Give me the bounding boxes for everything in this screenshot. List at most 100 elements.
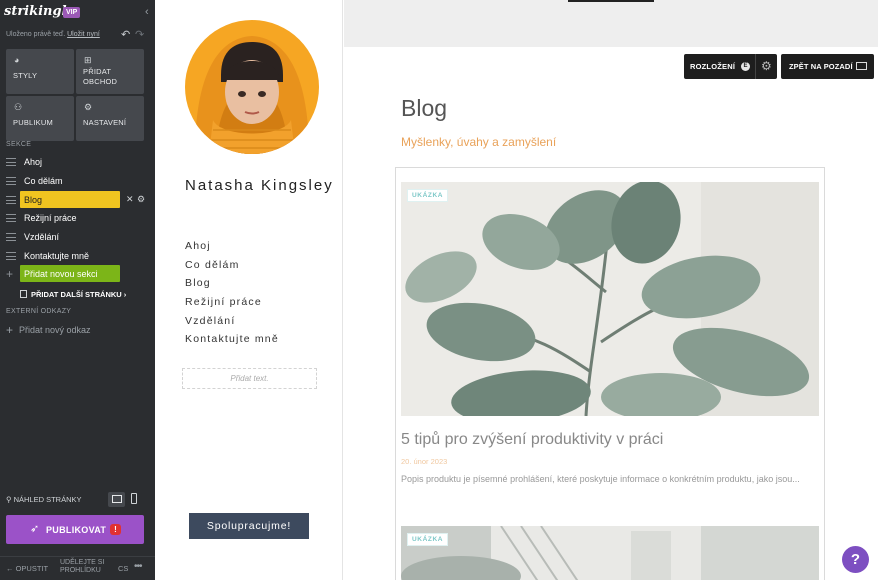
add-page-button[interactable]: PŘIDAT DALŠÍ STRÁNKU › [20,290,126,299]
previous-section-preview [344,0,878,47]
add-link-button[interactable]: + Přidat nový odkaz [6,323,91,337]
gear-icon[interactable]: ⚙ [761,59,772,73]
profile-avatar[interactable] [185,20,319,154]
layout-label: ROZLOŽENÍ [690,62,736,71]
section-item-rezijni-prace[interactable]: Režijní práce [0,209,155,227]
section-item-co-delam[interactable]: Co dělám [0,172,155,190]
background-button[interactable]: ZPĚT NA POZADÍ [781,54,874,79]
sample-tag: UKÁZKA [407,189,449,202]
collapse-sidebar-icon[interactable]: ‹ [145,6,149,18]
drag-handle-icon[interactable] [6,177,16,185]
add-section-button[interactable]: + Přidat novou sekci [0,265,155,283]
blog-title[interactable]: Blog [401,95,447,122]
post-date: 20. únor 2023 [401,457,448,466]
post-excerpt: Popis produktu je písemné prohlášení, kt… [401,474,800,484]
drag-handle-icon[interactable] [6,196,16,204]
post-image-interior[interactable] [401,526,819,580]
layout-badge: E [741,62,750,71]
gear-icon: ⚙ [84,102,93,112]
site-nav-rezijni-prace[interactable]: Režijní práce [185,296,279,315]
site-nav-vzdelani[interactable]: Vzdělání [185,315,279,334]
search-icon: ⚲ [6,495,12,504]
styles-label: STYLY [13,71,38,80]
background-label: ZPĚT NA POZADÍ [789,62,853,71]
add-page-label: PŘIDAT DALŠÍ STRÁNKU [31,290,122,299]
site-nav-co-delam[interactable]: Co dělám [185,259,279,278]
section-label: Blog [24,195,43,205]
plus-icon: + [6,267,14,281]
exit-label: OPUSTIT [15,564,49,573]
publish-warning-badge: ! [110,524,121,535]
add-store-tile[interactable]: ⊞ PŘIDAT OBCHOD [76,49,144,94]
section-label: Vzdělání [24,232,60,242]
image-icon [856,62,867,70]
section-item-kontaktujte-mne[interactable]: Kontaktujte mně [0,247,155,265]
collaborate-button[interactable]: Spolupracujme! [189,513,309,539]
store-icon: ⊞ [84,55,92,65]
arrow-left-icon: ← [6,564,14,573]
site-profile-column: Natasha Kingsley Ahoj Co dělám Blog Reži… [155,0,343,580]
layout-button[interactable]: ROZLOŽENÍ E ⚙ [684,54,777,79]
people-icon: ⚇ [14,102,23,112]
post-image-plant[interactable] [401,182,819,416]
site-nav-kontaktujte-mne[interactable]: Kontaktujte mně [185,333,279,352]
undo-icon[interactable]: ↶ [121,28,130,41]
section-label: Režijní práce [24,213,77,223]
plus-icon: + [6,323,14,337]
sample-tag: UKÁZKA [407,533,449,546]
drag-handle-icon[interactable] [6,158,16,166]
drag-handle-icon[interactable] [6,252,16,260]
add-store-label: PŘIDAT OBCHOD [83,67,118,86]
section-divider [568,0,654,2]
post-title[interactable]: 5 tipů pro zvýšení produktivity v práci [401,431,663,449]
site-nav-blog[interactable]: Blog [185,277,279,296]
language-selector[interactable]: CS [118,564,128,573]
editor-sidebar: strikingly VIP ‹ Uloženo právě teď. Ulož… [0,0,155,580]
rocket-icon: ➶ [30,523,40,535]
audience-label: PUBLIKUM [13,118,53,127]
page-icon [20,290,27,298]
site-nav-ahoj[interactable]: Ahoj [185,240,279,259]
exit-button[interactable]: ← OPUSTIT [6,564,48,573]
blog-section: ROZLOŽENÍ E ⚙ ZPĚT NA POZADÍ Blog Myšlen… [344,0,878,580]
vip-badge: VIP [63,7,81,18]
drag-handle-icon[interactable] [6,233,16,241]
publish-button[interactable]: ➶ PUBLIKOVAT ! [6,515,144,544]
editor-root: strikingly VIP ‹ Uloženo právě teď. Ulož… [0,0,878,580]
styles-tile[interactable]: ◕ STYLY [6,49,74,94]
preview-label: NÁHLED STRÁNKY [13,495,82,504]
redo-icon[interactable]: ↷ [135,28,144,41]
section-label: Co dělám [24,176,63,186]
drag-handle-icon[interactable] [6,214,16,222]
blog-subtitle[interactable]: Myšlenky, úvahy a zamyšlení [401,135,556,149]
site-preview-button[interactable]: ⚲ NÁHLED STRÁNKY [6,495,82,504]
desktop-view-icon[interactable] [108,492,125,507]
section-label: Ahoj [24,157,43,167]
section-item-blog[interactable]: Blog ✕ ⚙ [0,191,155,209]
gear-icon[interactable]: ⚙ [137,194,145,205]
add-text-placeholder[interactable]: Přidat text. [182,368,317,389]
more-options-icon[interactable]: ••• [134,561,142,572]
external-links-header: EXTERNÍ ODKAZY [6,308,72,315]
site-navigation: Ahoj Co dělám Blog Režijní práce Vzdělán… [185,240,279,352]
save-status-text: Uloženo právě teď. [6,31,66,38]
sidebar-footer: ← OPUSTIT UDĚLEJTE SI PROHLÍDKU CS ••• [0,556,155,580]
add-section-label: Přidat novou sekci [24,269,98,279]
close-icon[interactable]: ✕ [126,194,134,205]
section-item-ahoj[interactable]: Ahoj [0,153,155,171]
site-owner-name[interactable]: Natasha Kingsley [185,175,335,197]
save-now-link[interactable]: Uložit nyní [67,31,100,38]
settings-tile[interactable]: ⚙ NASTAVENÍ [76,96,144,141]
settings-label: NASTAVENÍ [83,118,127,127]
help-button[interactable]: ? [842,546,869,573]
tour-button[interactable]: UDĚLEJTE SI PROHLÍDKU [60,559,108,575]
audience-tile[interactable]: ⚇ PUBLIKUM [6,96,74,141]
section-label: Kontaktujte mně [24,251,90,261]
mobile-view-icon[interactable] [131,493,137,504]
publish-label: PUBLIKOVAT [46,525,107,535]
save-status: Uloženo právě teď. Uložit nyní [6,31,100,38]
add-link-label: Přidat nový odkaz [19,325,91,335]
palette-icon: ◕ [14,55,20,65]
section-item-vzdelani[interactable]: Vzdělání [0,228,155,246]
chevron-right-icon: › [123,290,127,299]
